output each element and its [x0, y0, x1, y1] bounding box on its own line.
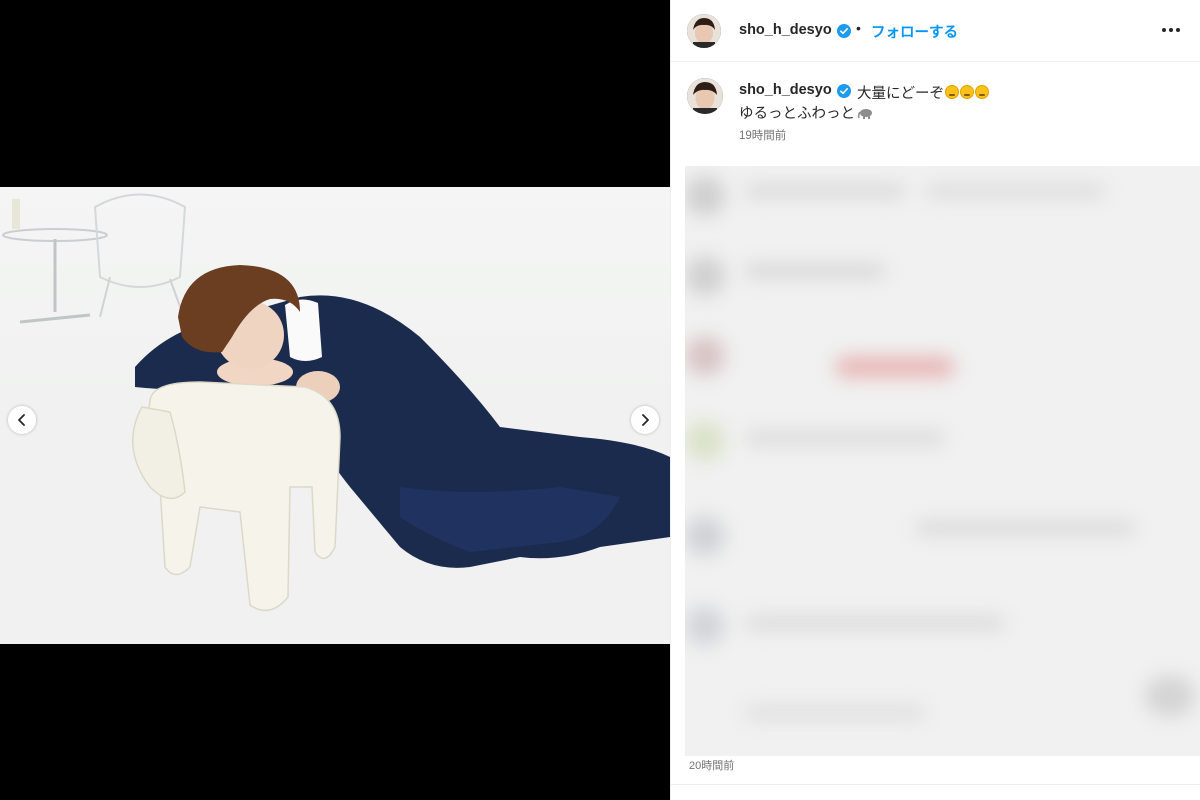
post-header: sho_h_desyo • フォローする [671, 0, 1200, 62]
carousel-prev-button[interactable] [8, 406, 36, 434]
caption-username[interactable]: sho_h_desyo [739, 82, 832, 98]
caption-text: ゆるっとふわっと [739, 106, 855, 122]
elephant-emoji-icon [857, 109, 872, 119]
more-horizontal-icon [1162, 28, 1166, 32]
face-emoji-icon [960, 85, 974, 99]
caption-timestamp: 19時間前 [739, 130, 787, 142]
comments-timestamp: 20時間前 [689, 760, 735, 772]
caption-text: 大量にどーぞ [857, 86, 944, 102]
chevron-left-icon [18, 414, 25, 426]
divider [671, 784, 1200, 785]
caption-line-2: ゆるっとふわっと [739, 102, 873, 123]
comments-blurred [685, 166, 1200, 756]
avatar[interactable] [687, 14, 721, 48]
face-emoji-icon [945, 85, 959, 99]
chevron-right-icon [642, 414, 649, 426]
verified-badge-icon [837, 24, 851, 38]
comments-blur-layer [685, 166, 1200, 756]
more-options-button[interactable] [1159, 20, 1183, 40]
face-emoji-icon [975, 85, 989, 99]
header-username[interactable]: sho_h_desyo [739, 22, 832, 38]
carousel-next-button[interactable] [631, 406, 659, 434]
separator-dot: • [856, 20, 861, 36]
caption-avatar[interactable] [687, 78, 723, 114]
post-photo [0, 187, 670, 644]
avatar-image [687, 78, 723, 114]
verified-badge-icon [837, 84, 851, 98]
caption-line-1: 大量にどーぞ [857, 82, 989, 103]
follow-button[interactable]: フォローする [871, 21, 958, 42]
post-sidebar: sho_h_desyo • フォローする sho_h_desyo 大量にどーぞ … [670, 0, 1200, 800]
avatar-image [687, 14, 721, 48]
post-photo-image [0, 187, 670, 644]
media-viewer [0, 0, 670, 800]
